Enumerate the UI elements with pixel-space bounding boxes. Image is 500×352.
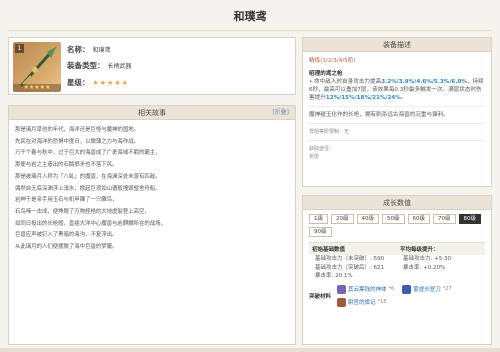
divider xyxy=(309,123,485,124)
level-tab-70[interactable]: 70级 xyxy=(433,214,456,224)
stat-values: 基础攻击力（未突破）: 590 基础攻击力（突破后）: 621 暴击率: 20.… xyxy=(309,255,485,281)
material-count: *27 xyxy=(442,286,452,292)
story-panel: 相关故事 [折叠] 那是璃月草创的年代，海洋还是巨怪与魔神的国地。 先民在对海洋… xyxy=(8,105,296,345)
skill-highlight: 3.2%/3.9%/4.6%/5.3%/6.0% xyxy=(381,79,467,85)
thumbnail-stars: ★★★★★ xyxy=(13,84,61,92)
star-row: 星级： ★★★★★ xyxy=(67,77,129,88)
name-label: 名称： xyxy=(67,45,90,54)
materials-list: 其云筹钱的神体 *6 雾虚长昼刀 *27 尉官的旗记 *18 xyxy=(337,284,485,307)
material-icon xyxy=(337,284,346,294)
level-tab-80[interactable]: 80级 xyxy=(458,214,481,224)
collapse-toggle[interactable]: [折叠] xyxy=(272,106,289,120)
crit-rate: 暴击率: 20.1% xyxy=(315,273,353,279)
level-tab-20[interactable]: 20级 xyxy=(331,214,354,224)
level-tab-50[interactable]: 50级 xyxy=(382,214,405,224)
description-header: 装备描述 xyxy=(303,38,491,52)
level-tab-90[interactable]: 90级 xyxy=(309,227,332,237)
material-name[interactable]: 尉官的旗记 xyxy=(348,298,376,306)
story-paragraph: 巨兽应声被钉入了黑暗的海沟，不复浮出。 xyxy=(15,232,118,239)
material-icon xyxy=(402,284,412,294)
story-body: 那是璃月草创的年代，海洋还是巨怪与魔神的国地。 先民在对海洋的恐惧中度日，以微薄… xyxy=(9,120,295,261)
material-item[interactable]: 尉官的旗记 *18 xyxy=(337,297,387,307)
level-tab-40[interactable]: 40级 xyxy=(356,214,379,224)
level-tab-60[interactable]: 60级 xyxy=(407,214,430,224)
skill-name: 昭理的鸢之枪 xyxy=(309,71,343,77)
skill-text: • 命中敌人时自身攻击力提高 xyxy=(309,79,382,85)
weapon-lore: 魔神碰玉化作的长枪，拥有刺杀远古海兽的沉重与锋利。 xyxy=(309,112,449,118)
growth-panel: 成长数值 1级 20级 40级 50级 60级 70级 80级 90级 初始基础… xyxy=(302,195,492,345)
description-title: 装备描述 xyxy=(383,41,411,49)
material-item[interactable]: 其云筹钱的神体 *6 xyxy=(337,284,395,294)
stat-table: 初始基础数值 平均每级提升： 基础攻击力（未突破）: 590 基础攻击力（突破后… xyxy=(309,242,485,281)
type-value: 长柄武器 xyxy=(107,63,132,70)
adventure-rank-limit: 冒险等阶限制：无 xyxy=(309,129,350,135)
story-paragraph: 那是璃月草创的年代，海洋还是巨怪与魔神的国地。 xyxy=(15,127,139,133)
material-count: *6 xyxy=(388,286,395,292)
description-panel: 装备描述 精炼(1/2/3/4/5阶) 昭理的鸢之枪 • 命中敌人时自身攻击力提… xyxy=(302,37,492,187)
story-paragraph: 如同日投出的长枪般，直插大洋中心魔兽与岩麒麟所在的战场， xyxy=(15,220,166,227)
material-name[interactable]: 其云筹钱的神体 xyxy=(348,285,387,293)
title-divider xyxy=(8,30,492,31)
description-body: 精炼(1/2/3/4/5阶) 昭理的鸢之枪 • 命中敌人时自身攻击力提高3.2%… xyxy=(303,52,491,166)
source-label: 获取途径： xyxy=(309,146,335,152)
material-icon xyxy=(337,297,346,307)
skill-highlight: 12%/15%/18%/21%/24% xyxy=(325,95,401,101)
footer-strip xyxy=(0,348,500,352)
page-title: 和璞鸢 xyxy=(233,10,267,23)
level-tab-1[interactable]: 1级 xyxy=(309,214,328,224)
material-item[interactable]: 雾虚长昼刀 *27 xyxy=(402,284,452,294)
name-value: 和璞鸢 xyxy=(92,47,111,54)
refine-levels: 精炼(1/2/3/4/5阶) xyxy=(309,58,356,64)
star-rating: ★★★★★ xyxy=(92,79,129,87)
per-level-header: 平均每级提升： xyxy=(400,247,439,253)
base-stats-column: 基础攻击力（未突破）: 590 基础攻击力（突破后）: 621 暴击率: 20.… xyxy=(309,255,397,281)
crit-per-level: 暴击率: +0.20% xyxy=(403,264,446,271)
material-name[interactable]: 雾虚长昼刀 xyxy=(413,285,441,293)
divider xyxy=(309,106,485,107)
materials-row: 突破材料 其云筹钱的神体 *6 雾虚长昼刀 *27 尉官的旗记 *18 xyxy=(309,284,485,307)
weapon-thumbnail: 1 ★★★★★ xyxy=(13,42,61,92)
story-paragraph: 那是被璃月人称为「八虬」的魔兽，在海渊深处未曾有匹敌。 xyxy=(15,173,161,180)
level-tabs: 1级 20级 40级 50级 60级 70级 80级 90级 xyxy=(303,210,491,237)
item-card: 1 ★★★★★ 名称： 和璞鸢 装备类型： 长柄武器 星级： ★★★★★ xyxy=(8,37,296,95)
base-atk-after: 基础攻击力（突破后）: 621 xyxy=(315,264,385,271)
story-paragraph: 那便与岩之主造出的石鹅掷矛也不落下风。 xyxy=(15,162,118,169)
name-row: 名称： 和璞鸢 xyxy=(67,44,111,55)
star-label: 星级： xyxy=(67,78,90,87)
skill-description: • 命中敌人时自身攻击力提高3.2%/3.9%/4.6%/5.3%/6.0%，持… xyxy=(309,78,485,102)
materials-label: 突破材料 xyxy=(309,293,332,300)
base-atk-before: 基础攻击力（未突破）: 590 xyxy=(315,256,385,262)
base-stats-header: 初始基础数值 xyxy=(312,247,346,253)
divider xyxy=(309,140,485,141)
source-value: 祈愿 xyxy=(309,154,320,160)
material-count: *18 xyxy=(377,299,387,305)
story-header: 相关故事 [折叠] xyxy=(9,106,295,120)
growth-title: 成长数值 xyxy=(383,199,411,207)
type-row: 装备类型： 长柄武器 xyxy=(67,60,132,71)
story-paragraph: 从此璃月的人们便摆脱了海中巨兽的梦魇。 xyxy=(15,244,118,251)
story-paragraph: 岩神于是亲手用玉石与机甲雕了一只雕鸟， xyxy=(15,197,118,204)
skill-text: 。 xyxy=(400,95,407,101)
story-paragraph: 石鸟啼一击成，便挣脱了万物桎梏的大地虚裂登上高空， xyxy=(15,208,150,215)
atk-per-level: 基础攻击力: +5.30 xyxy=(403,256,451,262)
growth-header: 成长数值 xyxy=(303,196,491,210)
story-paragraph: 万千个春与秋中，过于巨大的海兽成了广袤海域不羁的霸主， xyxy=(15,150,161,157)
per-level-column: 基础攻击力: +5.30 暴击率: +0.20% xyxy=(397,255,485,281)
story-paragraph: 先民在对海洋的恐惧中度日，以微薄之力与海作战。 xyxy=(15,138,139,145)
story-title: 相关故事 xyxy=(138,109,166,117)
stat-table-header: 初始基础数值 平均每级提升： xyxy=(309,243,485,255)
type-label: 装备类型： xyxy=(67,61,105,70)
story-paragraph: 偶然自无底深渊浮上浅水，掀起巨浪如山德般撞毁璧舍舟船。 xyxy=(15,185,161,192)
